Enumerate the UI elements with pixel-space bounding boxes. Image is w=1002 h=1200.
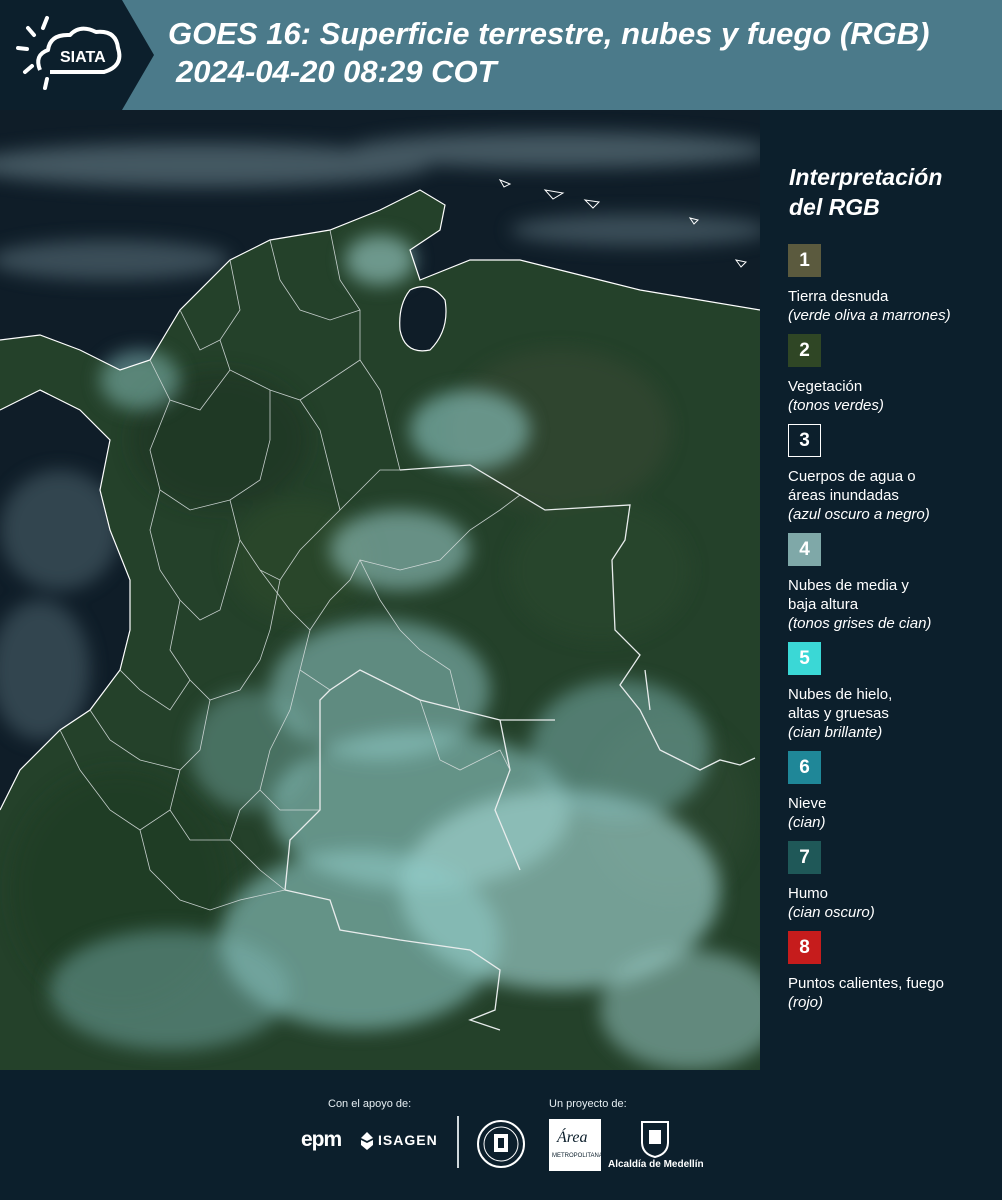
legend-label-3: Cuerpos de agua o áreas inundadas — [788, 468, 916, 504]
legend-sub-6: (cian) — [788, 814, 826, 831]
area-logo-subtext: METROPOLITANA — [552, 1153, 603, 1159]
legend-label-6: Nieve — [788, 795, 827, 812]
legend-item-fire: 8 Puntos calientes, fuego (rojo) — [788, 931, 998, 1012]
legend-sub-8: (rojo) — [788, 994, 824, 1011]
legend-title: Interpretación del RGB — [789, 162, 942, 222]
footer-divider — [457, 1116, 459, 1168]
header-bar: SIATA GOES 16: Superficie terrestre, nub… — [0, 0, 1002, 110]
satellite-map[interactable] — [0, 110, 760, 1070]
isagen-logo-icon — [360, 1132, 374, 1155]
legend-sub-1: (verde oliva a marrones) — [788, 307, 951, 324]
epm-logo: epm — [301, 1128, 342, 1151]
project-caption: Un proyecto de: — [549, 1098, 627, 1110]
legend-item-mid-low-clouds: 4 Nubes de media y baja altura (tonos gr… — [788, 533, 998, 633]
legend-swatch-8: 8 — [788, 931, 821, 964]
legend-sub-4: (tonos grises de cian) — [788, 615, 932, 632]
legend-title-line2: del RGB — [789, 194, 880, 220]
legend-sub-2: (tonos verdes) — [788, 397, 884, 414]
siata-logo: SIATA — [0, 0, 160, 110]
medellin-shield-icon — [640, 1120, 670, 1163]
alcaldia-label: Alcaldía de Medellín — [608, 1159, 704, 1170]
page-title: GOES 16: Superficie terrestre, nubes y f… — [168, 16, 930, 51]
legend-swatch-4: 4 — [788, 533, 821, 566]
isagen-logo: ISAGEN — [378, 1132, 438, 1148]
legend-label-7: Humo — [788, 885, 829, 902]
legend-sub-5: (cian brillante) — [788, 724, 883, 741]
legend-item-vegetation: 2 Vegetación (tonos verdes) — [788, 334, 998, 415]
legend-item-snow: 6 Nieve (cian) — [788, 751, 998, 832]
legend-label-5: Nubes de hielo, altas y gruesas — [788, 686, 893, 722]
legend-item-smoke: 7 Humo (cian oscuro) — [788, 841, 998, 922]
legend-label-2: Vegetación — [788, 378, 863, 395]
legend-label-8: Puntos calientes, fuego — [788, 975, 944, 992]
legend-swatch-5: 5 — [788, 642, 821, 675]
legend-swatch-7: 7 — [788, 841, 821, 874]
university-seal-icon — [476, 1119, 526, 1174]
legend-item-water: 3 Cuerpos de agua o áreas inundadas (azu… — [788, 424, 998, 524]
legend-title-line1: Interpretación — [789, 164, 943, 190]
area-metropolitana-logo: Área METROPOLITANA — [549, 1119, 603, 1171]
legend-panel: Interpretación del RGB 1 Tierra desnuda … — [762, 110, 1002, 1070]
legend-item-bare-land: 1 Tierra desnuda (verde oliva a marrones… — [788, 244, 998, 325]
page-timestamp: 2024-04-20 08:29 COT — [176, 54, 497, 89]
legend-label-1: Tierra desnuda — [788, 288, 889, 305]
support-caption: Con el apoyo de: — [328, 1098, 412, 1110]
legend-item-ice-clouds: 5 Nubes de hielo, altas y gruesas (cian … — [788, 642, 998, 742]
legend-swatch-3: 3 — [788, 424, 821, 457]
legend-swatch-6: 6 — [788, 751, 821, 784]
legend-sub-3: (azul oscuro a negro) — [788, 506, 930, 523]
legend-swatch-2: 2 — [788, 334, 821, 367]
legend-sub-7: (cian oscuro) — [788, 904, 875, 921]
legend-label-4: Nubes de media y baja altura — [788, 577, 909, 613]
siata-logo-text: SIATA — [60, 49, 106, 66]
legend-swatch-1: 1 — [788, 244, 821, 277]
area-logo-text: Área — [557, 1129, 588, 1146]
footer-bar: Con el apoyo de: Un proyecto de: epm ISA… — [0, 1070, 1002, 1200]
